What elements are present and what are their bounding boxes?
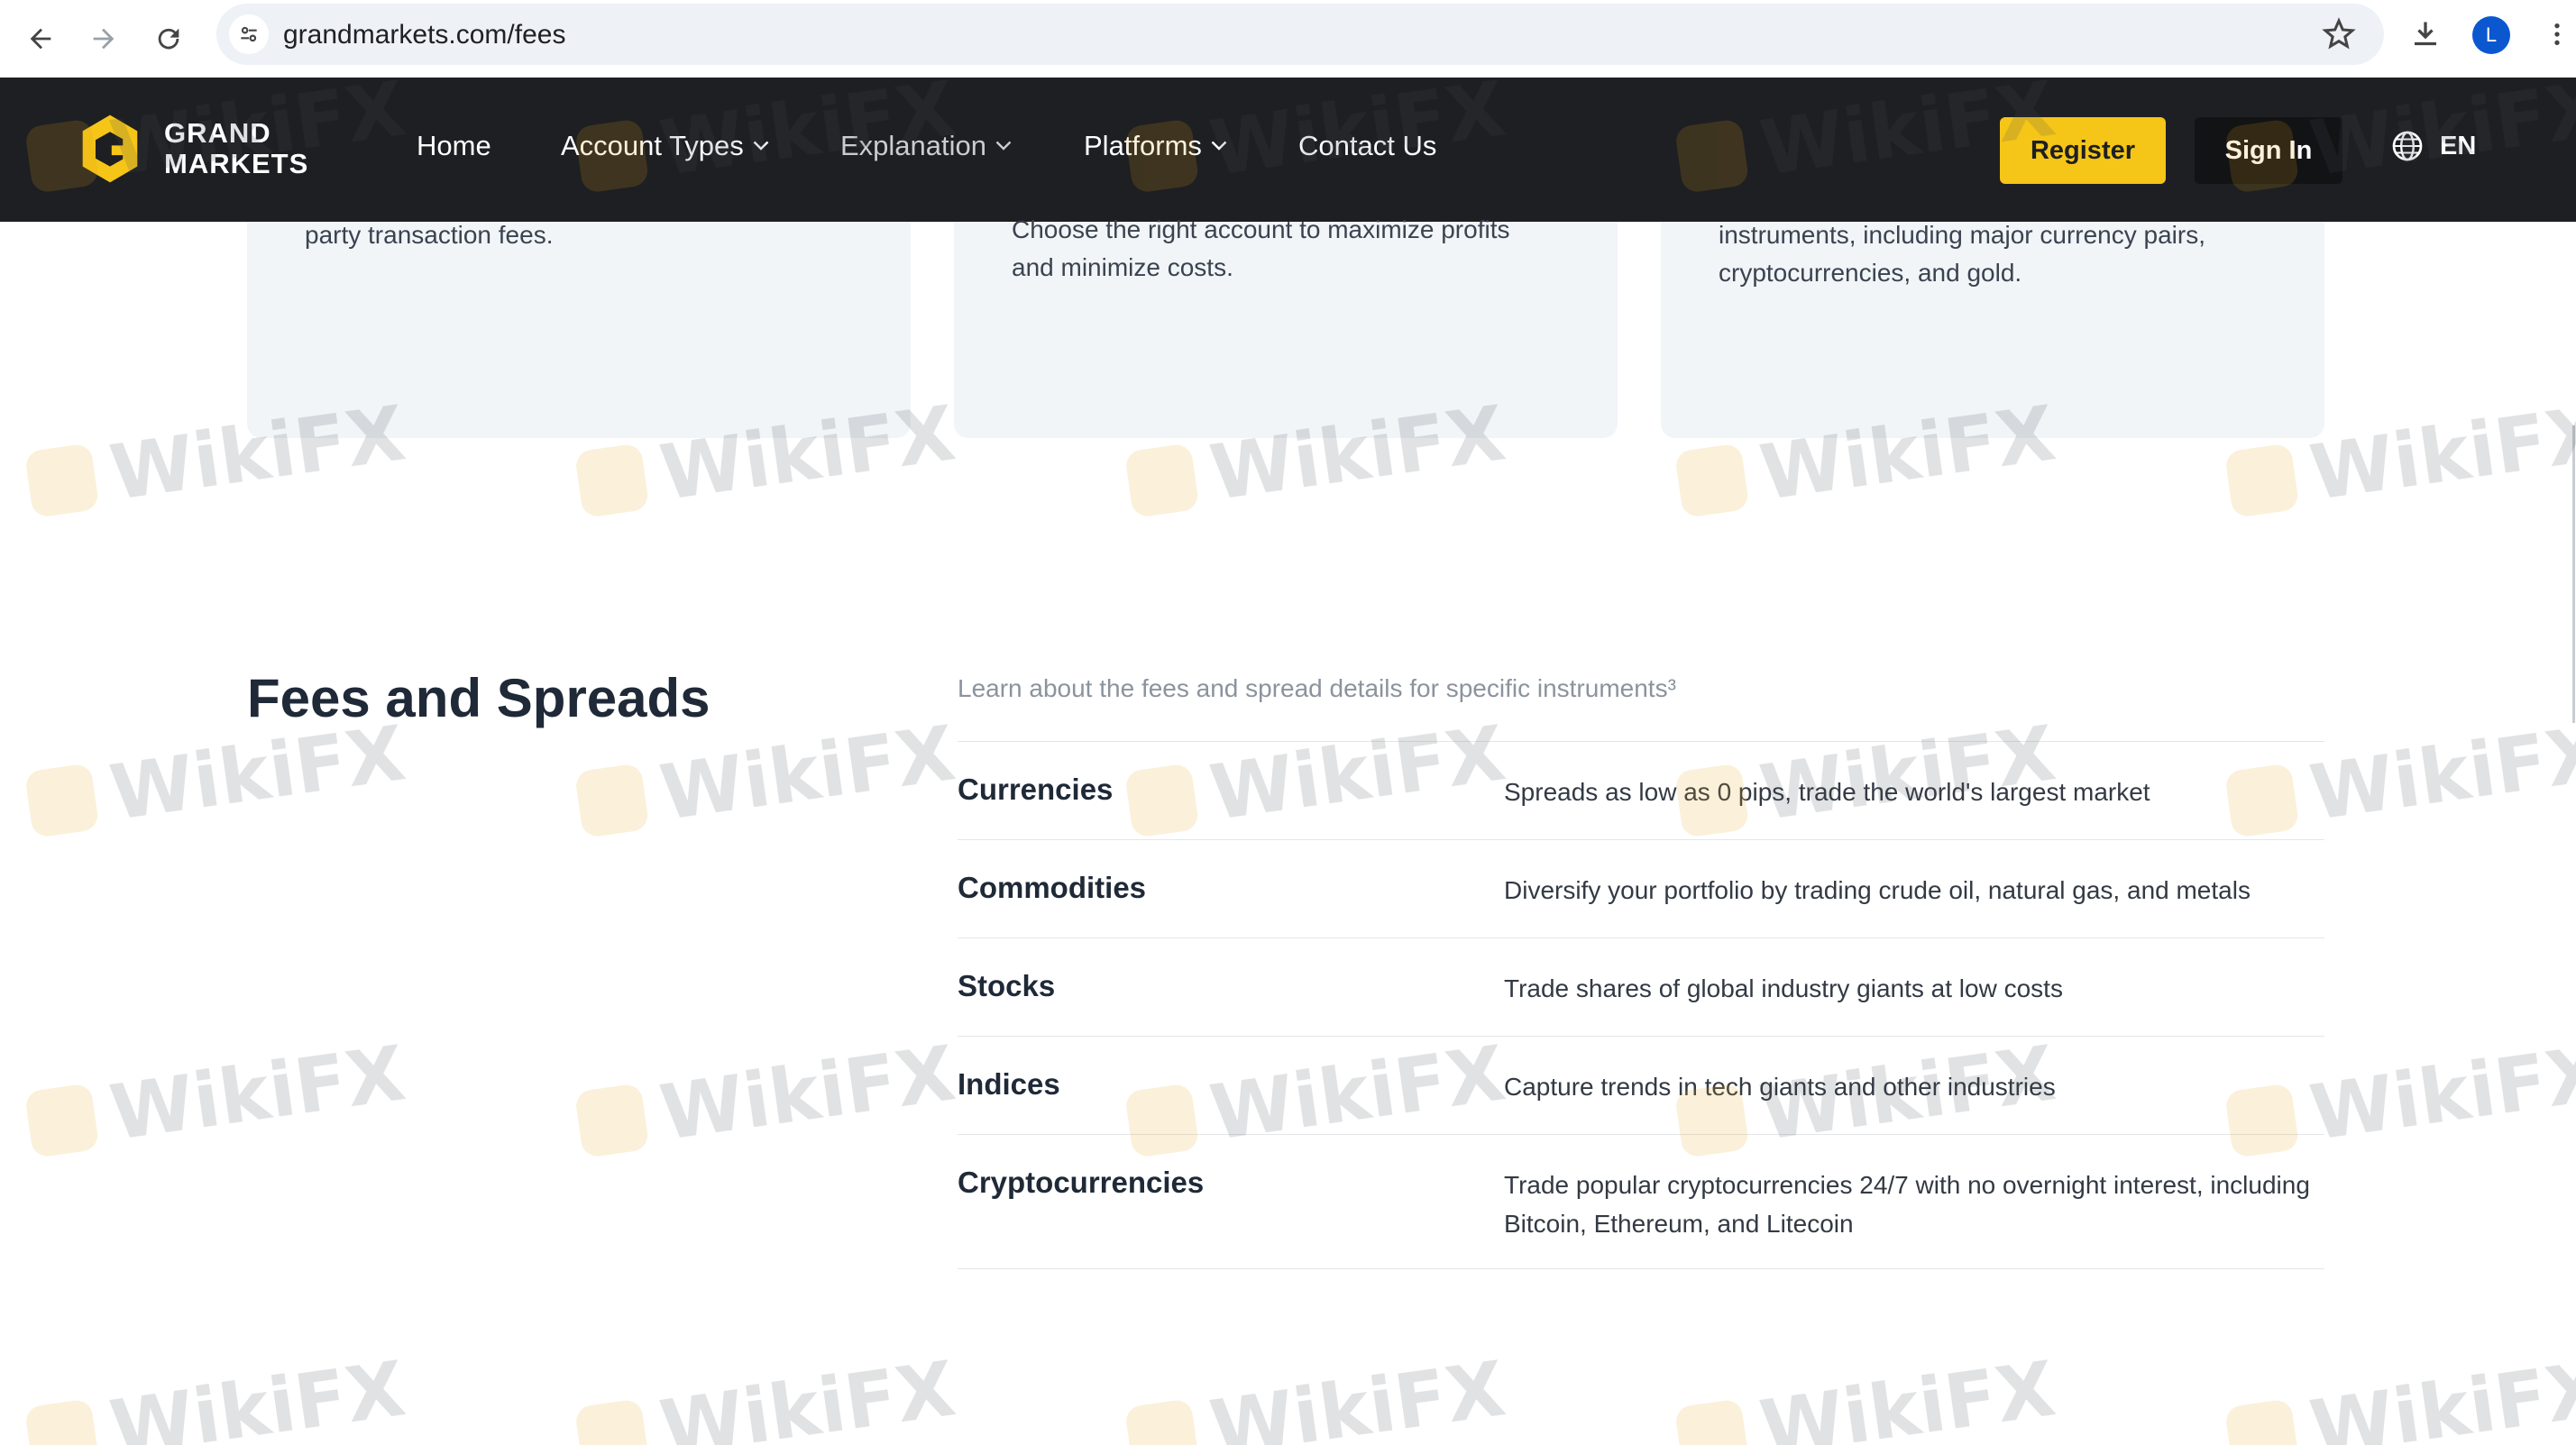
fee-description: Trade shares of global industry giants a… — [1504, 974, 2063, 1002]
fee-row-cryptocurrencies: Cryptocurrencies Trade popular cryptocur… — [958, 1134, 2324, 1269]
watermark-text: WikiFX — [105, 1029, 411, 1157]
watermark: WikiFX — [1123, 1344, 1510, 1445]
globe-icon — [2392, 131, 2423, 161]
watermark: WikiFX — [1673, 1344, 2060, 1445]
watermark: WikiFX — [23, 1029, 410, 1169]
watermark: WikiFX — [2223, 1344, 2576, 1445]
watermark-text: WikiFX — [2305, 1029, 2576, 1157]
logo-icon — [82, 114, 138, 183]
chevron-down-icon — [995, 141, 1012, 151]
reload-button[interactable] — [144, 14, 193, 63]
watermark-text: WikiFX — [1205, 1344, 1511, 1445]
card-text-line: instruments, including major currency pa… — [1719, 221, 2205, 249]
watermark-text: WikiFX — [2305, 1344, 2576, 1445]
fee-description: Capture trends in tech giants and other … — [1504, 1073, 2056, 1101]
fee-row-commodities: Commodities Diversify your portfolio by … — [958, 839, 2324, 937]
watermark: WikiFX — [23, 709, 410, 849]
logo-text-grand: GRAND — [164, 117, 271, 149]
watermark-logo-icon — [23, 763, 100, 838]
fee-name: Indices — [958, 1067, 1060, 1101]
fee-name: Currencies — [958, 773, 1114, 806]
card-text-line: party transaction fees. — [305, 221, 554, 249]
fee-row-currencies: Currencies Spreads as low as 0 pips, tra… — [958, 741, 2324, 839]
watermark-text: WikiFX — [655, 1029, 961, 1157]
page-scrollbar[interactable] — [2572, 425, 2575, 723]
fee-row-stocks: Stocks Trade shares of global industry g… — [958, 937, 2324, 1036]
watermark: WikiFX — [573, 709, 960, 849]
arrow-right-icon — [93, 28, 115, 50]
language-label: EN — [2440, 131, 2477, 160]
watermark-logo-icon — [1673, 1398, 1750, 1445]
downloads-button[interactable] — [2406, 14, 2445, 54]
fee-row-indices: Indices Capture trends in tech giants an… — [958, 1036, 2324, 1134]
watermark: WikiFX — [573, 1029, 960, 1169]
site-header: GRAND MARKETS Home Account Types Explana… — [0, 78, 2576, 222]
download-icon — [2415, 22, 2436, 46]
watermark-text: WikiFX — [105, 1344, 411, 1445]
fee-name: Commodities — [958, 871, 1147, 904]
chevron-down-icon — [1211, 141, 1227, 151]
nav-explanation[interactable]: Explanation — [840, 130, 1012, 162]
watermark-logo-icon — [2223, 443, 2300, 518]
watermark-text: WikiFX — [2305, 389, 2576, 517]
watermark-logo-icon — [23, 443, 100, 518]
nav-contact-us[interactable]: Contact Us — [1298, 130, 1436, 162]
browser-menu-button[interactable] — [2537, 14, 2576, 54]
reload-icon — [158, 28, 179, 50]
language-selector[interactable]: EN — [2391, 130, 2476, 162]
watermark-logo-icon — [23, 1083, 100, 1158]
watermark-logo-icon — [1123, 443, 1200, 518]
fee-name: Cryptocurrencies — [958, 1166, 1205, 1199]
watermark-logo-icon — [1673, 443, 1750, 518]
chevron-down-icon — [753, 141, 769, 151]
fee-name: Stocks — [958, 969, 1056, 1002]
card-text-line: cryptocurrencies, and gold. — [1719, 259, 2022, 287]
watermark-logo-icon — [23, 1398, 100, 1445]
more-vertical-icon — [2554, 23, 2560, 45]
card-text-line: and minimize costs. — [1012, 253, 1233, 281]
watermark-logo-icon — [573, 763, 650, 838]
profile-avatar[interactable]: L — [2472, 16, 2510, 54]
back-button[interactable] — [16, 14, 65, 63]
nav-account-types[interactable]: Account Types — [561, 130, 769, 162]
forward-button[interactable] — [79, 14, 128, 63]
watermark-text: WikiFX — [1755, 1344, 2061, 1445]
feature-card-fees: party transaction fees. — [247, 221, 911, 438]
fee-description: Diversify your portfolio by trading crud… — [1504, 876, 2251, 904]
watermark: WikiFX — [23, 1344, 410, 1445]
nav-platforms[interactable]: Platforms — [1084, 130, 1227, 162]
logo-text-markets: MARKETS — [164, 148, 309, 179]
grand-markets-logo[interactable]: GRAND MARKETS — [78, 112, 308, 186]
sign-in-button[interactable]: Sign In — [2195, 117, 2342, 184]
fee-description: Trade popular cryptocurrencies 24/7 with… — [1504, 1171, 2310, 1238]
watermark-logo-icon — [573, 1398, 650, 1445]
site-info-icon[interactable] — [229, 14, 269, 54]
arrow-left-icon — [30, 28, 51, 50]
url-text: grandmarkets.com/fees — [283, 20, 566, 50]
watermark: WikiFX — [573, 1344, 960, 1445]
watermark-logo-icon — [573, 443, 650, 518]
register-button[interactable]: Register — [2000, 117, 2166, 184]
watermark-text: WikiFX — [655, 1344, 961, 1445]
fees-table: Currencies Spreads as low as 0 pips, tra… — [958, 741, 2324, 1269]
watermark-logo-icon — [1123, 1398, 1200, 1445]
watermark-logo-icon — [2223, 1398, 2300, 1445]
section-subtitle: Learn about the fees and spread details … — [958, 674, 1676, 702]
fee-description: Spreads as low as 0 pips, trade the worl… — [1504, 778, 2150, 806]
watermark-logo-icon — [573, 1083, 650, 1158]
bookmark-star-icon[interactable] — [2321, 16, 2357, 52]
watermark-text: WikiFX — [2305, 709, 2576, 837]
nav-home[interactable]: Home — [417, 130, 491, 162]
card-text-line: Choose the right account to maximize pro… — [1012, 215, 1510, 243]
browser-toolbar: grandmarkets.com/fees L — [0, 0, 2576, 78]
section-title: Fees and Spreads — [247, 668, 710, 728]
address-bar[interactable]: grandmarkets.com/fees — [216, 4, 2384, 65]
feature-card-instruments: instruments, including major currency pa… — [1661, 221, 2324, 438]
feature-card-accounts: Choose the right account to maximize pro… — [954, 215, 1618, 438]
